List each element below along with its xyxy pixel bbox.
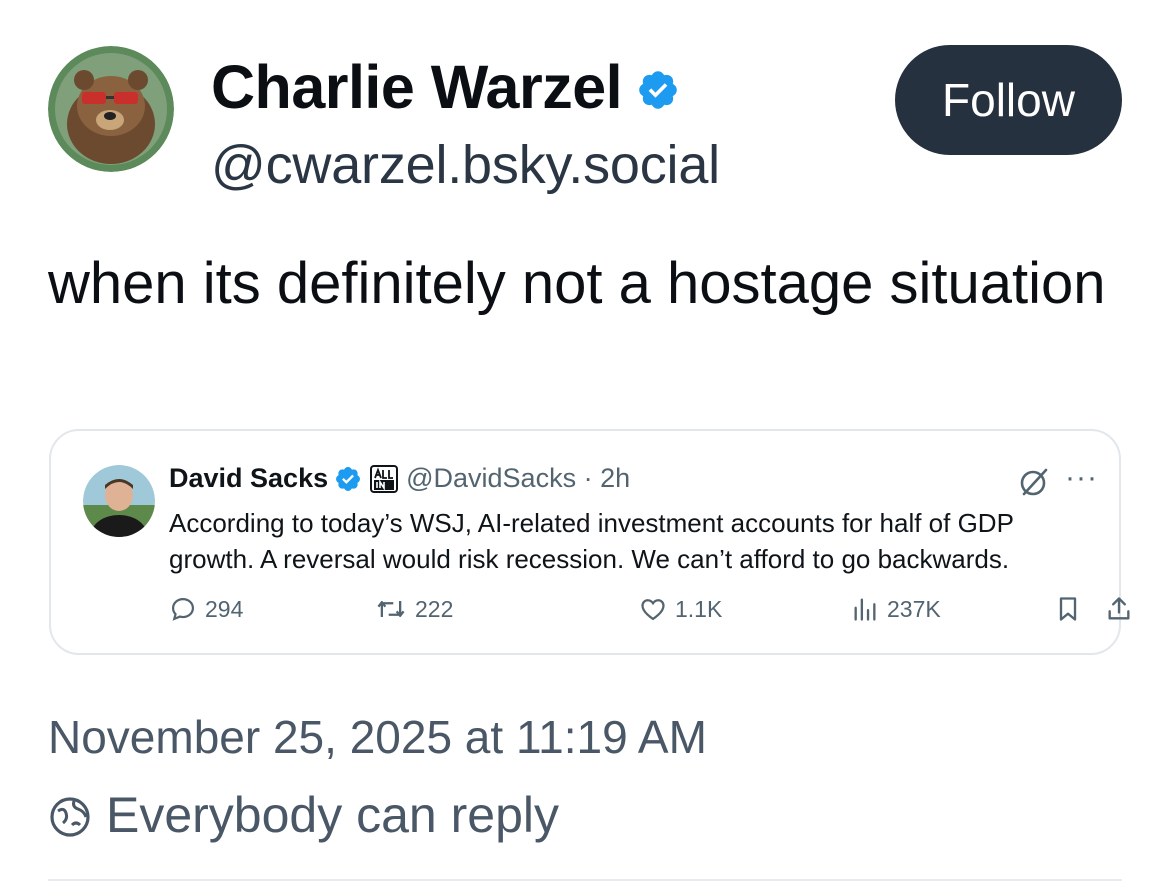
quoted-author-avatar[interactable]	[83, 465, 155, 537]
verified-badge-icon	[336, 466, 361, 491]
grok-icon[interactable]	[1017, 465, 1051, 499]
quoted-post-text: According to today’s WSJ, AI-related inv…	[169, 508, 1014, 574]
reply-count: 294	[205, 595, 244, 622]
globe-icon	[50, 797, 90, 837]
quoted-post-header: David Sacks @DavidSacks · 2h	[169, 463, 630, 494]
views-icon	[854, 598, 876, 621]
reply-icon	[171, 597, 195, 621]
affiliation-logo-icon	[370, 464, 399, 493]
author-avatar[interactable]	[48, 46, 174, 172]
heart-icon	[641, 599, 665, 621]
divider	[48, 879, 1122, 881]
repost-count: 222	[415, 595, 454, 622]
bookmark-icon	[1059, 597, 1077, 621]
bookmark-button[interactable]	[1055, 595, 1089, 623]
follow-button[interactable]: Follow	[895, 45, 1122, 155]
like-button[interactable]: 1.1K	[639, 595, 722, 623]
quoted-action-bar: 294 222 1.1K 237K	[169, 595, 1130, 635]
quoted-author-name[interactable]: David Sacks	[169, 463, 328, 494]
post-timestamp: November 25, 2025 at 11:19 AM	[48, 711, 707, 763]
author-name[interactable]: Charlie Warzel	[211, 52, 680, 122]
share-icon	[1108, 597, 1130, 620]
reply-setting: Everybody can reply	[48, 786, 559, 844]
more-icon[interactable]: ···	[1065, 461, 1098, 495]
share-button[interactable]	[1105, 595, 1141, 623]
author-name-text: Charlie Warzel	[211, 53, 623, 121]
verified-badge-icon	[639, 71, 677, 109]
repost-button[interactable]: 222	[375, 595, 453, 623]
quoted-post-card[interactable]: David Sacks @DavidSacks · 2h ··· Accordi…	[49, 429, 1130, 655]
views-button[interactable]: 237K	[851, 595, 941, 623]
repost-icon	[377, 601, 405, 617]
like-count: 1.1K	[675, 595, 723, 622]
views-count: 237K	[887, 595, 941, 622]
post-text: when its definitely not a hostage situat…	[48, 251, 1106, 316]
author-handle[interactable]: @cwarzel.bsky.social	[211, 134, 720, 196]
reply-button[interactable]: 294	[169, 595, 243, 623]
reply-setting-text: Everybody can reply	[106, 787, 560, 843]
quoted-handle-time[interactable]: @DavidSacks · 2h	[406, 463, 630, 494]
